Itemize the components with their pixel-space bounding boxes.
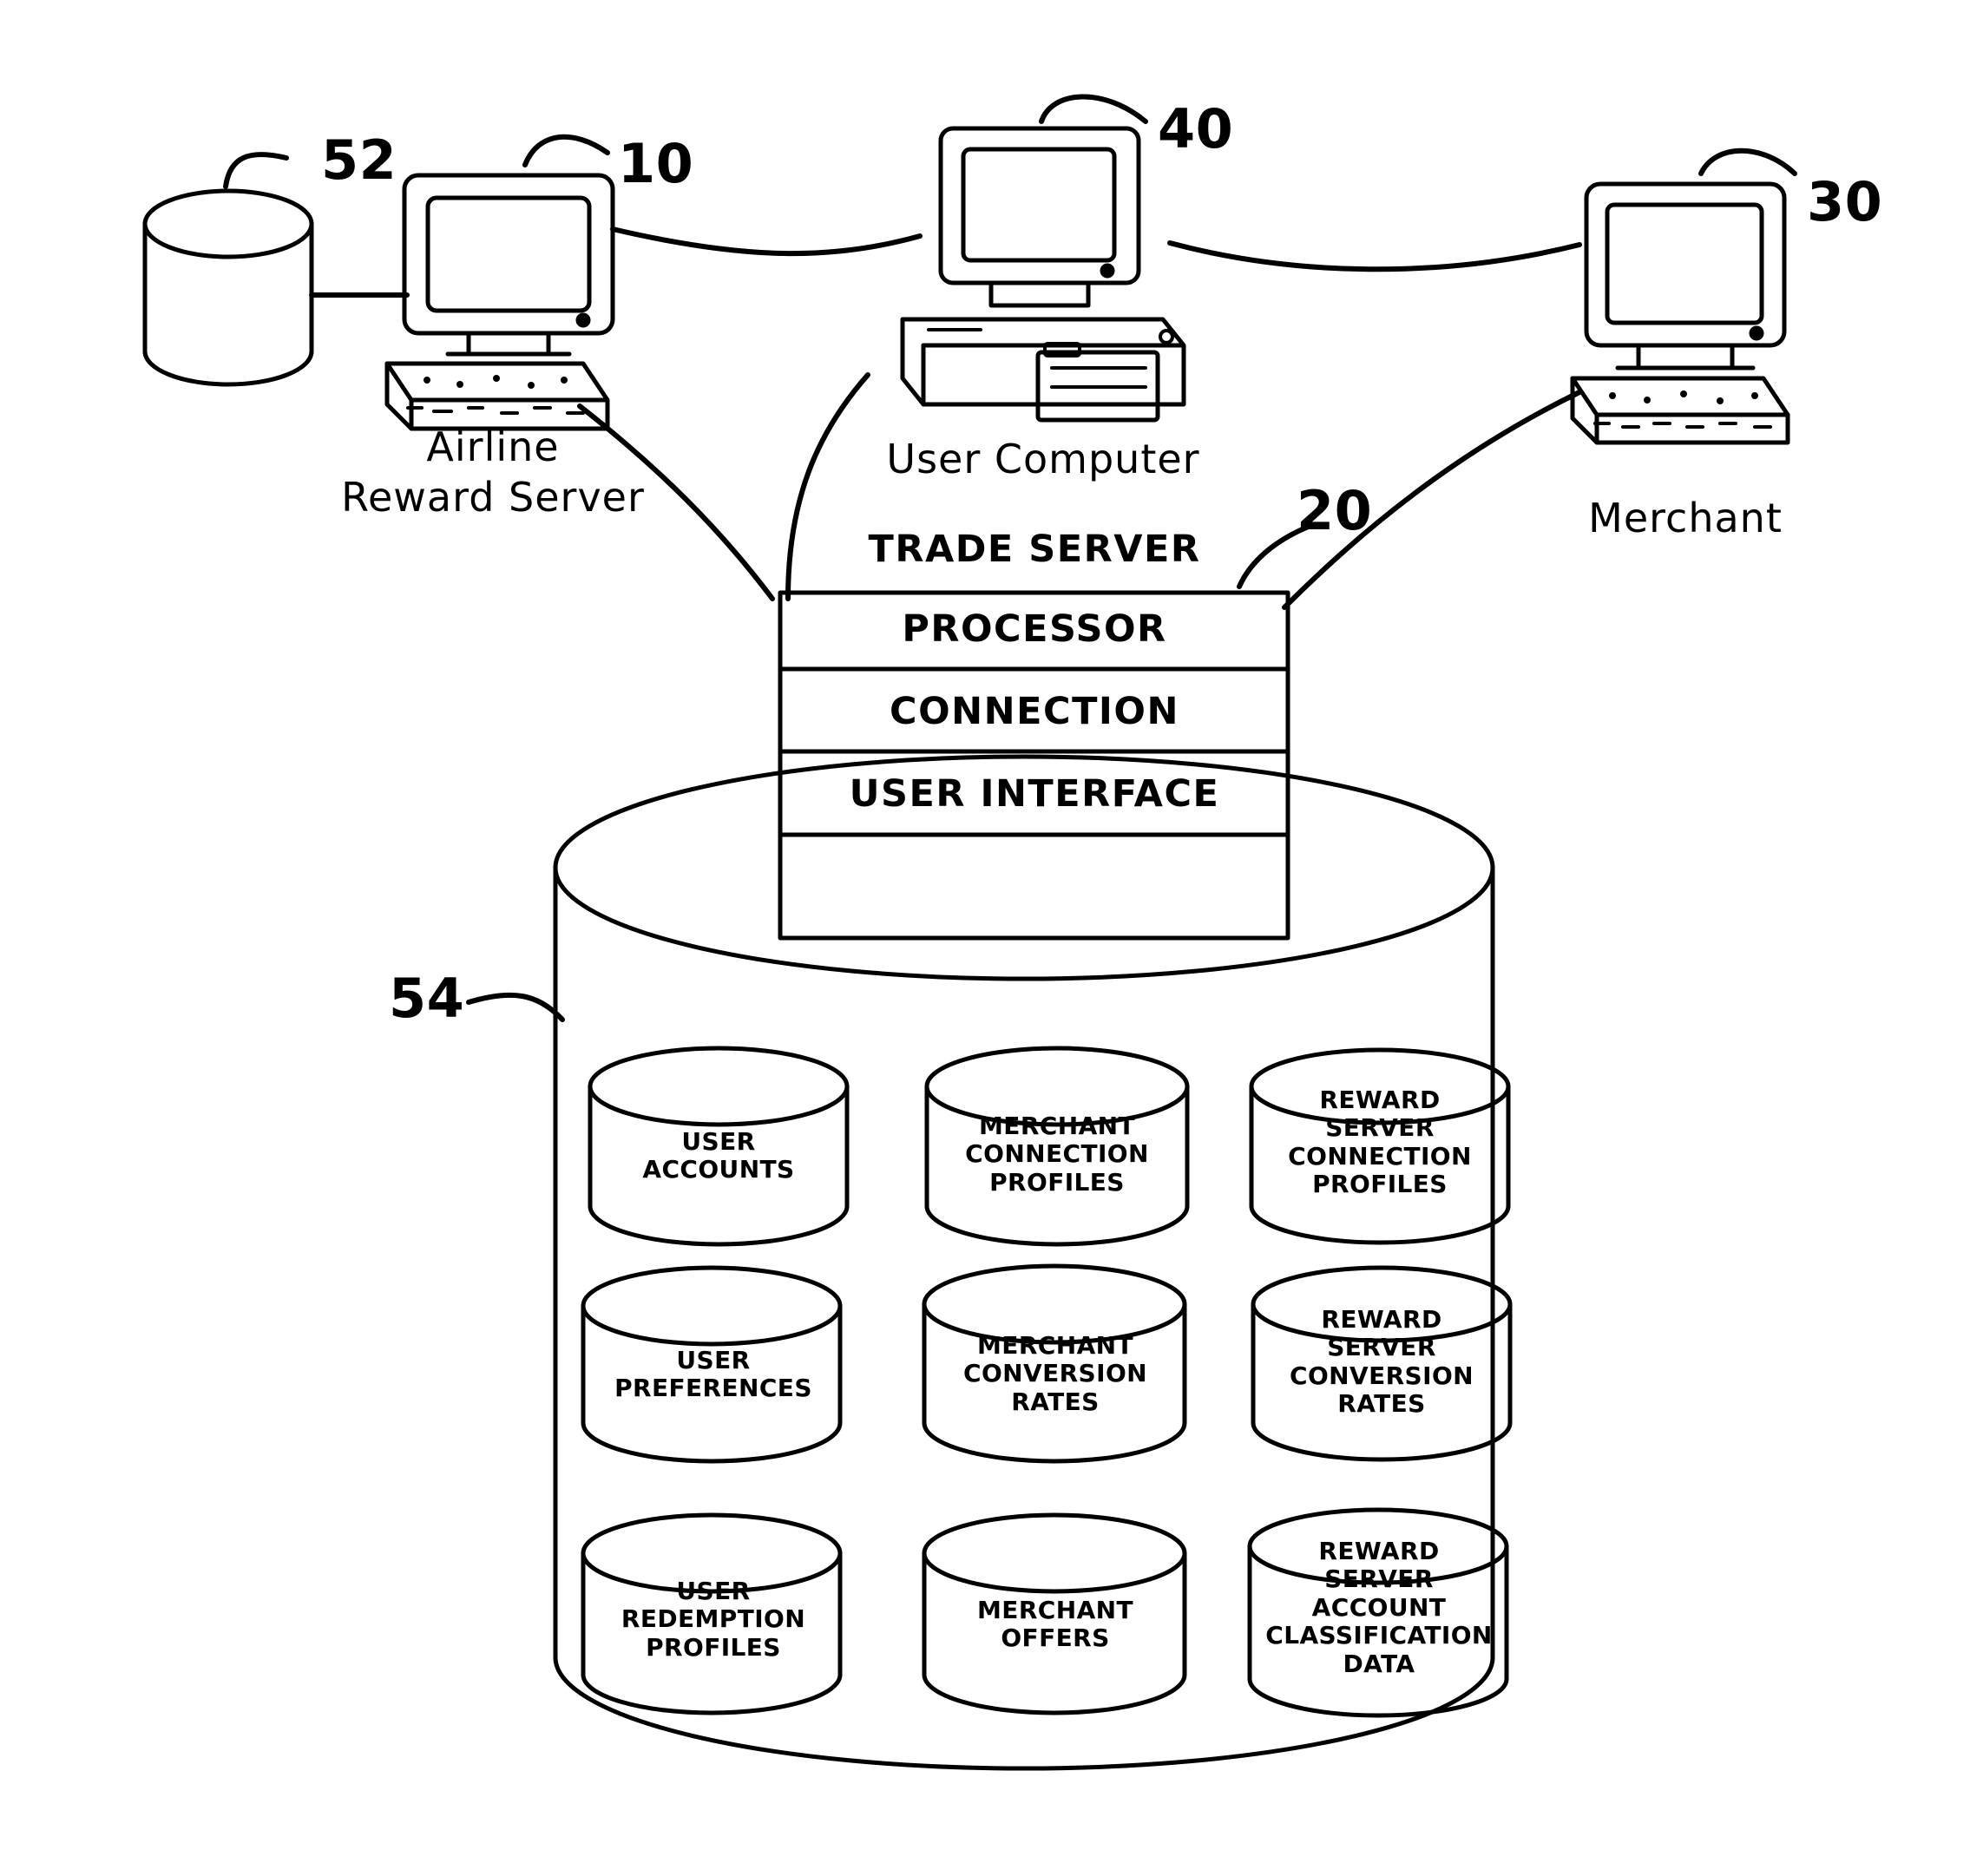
- store-label-merchant-connection-profiles: MERCHANT CONNECTION PROFILES: [934, 1112, 1180, 1197]
- store-line: PROFILES: [1312, 1170, 1448, 1199]
- figure-canvas: 52 10 40 30 20 54 Airline Reward Server …: [0, 0, 1970, 1876]
- store-line: PROFILES: [989, 1167, 1125, 1197]
- store-label-merchant-conversion-rates: MERCHANT CONVERSION RATES: [930, 1331, 1180, 1416]
- ref-20: 20: [1297, 479, 1373, 542]
- airline-reward-server-label-line1: Airline: [426, 423, 560, 470]
- user-computer-shape: [900, 126, 1186, 423]
- store-line: SERVER: [1325, 1113, 1435, 1143]
- store-line: USER: [676, 1577, 751, 1605]
- ref-52: 52: [321, 128, 397, 192]
- airline-database-shape: [142, 188, 314, 387]
- store-line: REDEMPTION: [621, 1604, 806, 1634]
- ref-40: 40: [1158, 97, 1234, 161]
- store-label-user-preferences: USER PREFERENCES: [590, 1346, 837, 1403]
- ref-10: 10: [618, 132, 694, 195]
- store-line: MERCHANT: [977, 1596, 1133, 1624]
- store-line: CONVERSION: [963, 1359, 1147, 1388]
- store-label-user-redemption-profiles: USER REDEMPTION PROFILES: [590, 1577, 837, 1662]
- user-computer-label: User Computer: [886, 436, 1200, 482]
- airline-reward-server-label-line2: Reward Server: [341, 474, 645, 521]
- store-label-reward-server-connection-profiles: REWARD SERVER CONNECTION PROFILES: [1257, 1086, 1503, 1199]
- store-line: CONVERSION: [1290, 1361, 1474, 1390]
- store-line: MERCHANT: [977, 1331, 1133, 1360]
- store-line: REWARD: [1319, 1086, 1441, 1114]
- ref-30: 30: [1807, 170, 1883, 233]
- store-line: CLASSIFICATION: [1265, 1621, 1493, 1650]
- store-line: SERVER: [1327, 1333, 1436, 1362]
- store-line: PREFERENCES: [614, 1374, 812, 1403]
- diagram-drawing: [142, 94, 1797, 1771]
- store-line: CONNECTION: [1288, 1141, 1472, 1171]
- merchant-label: Merchant: [1588, 495, 1783, 541]
- store-line: ACCOUNT: [1311, 1592, 1447, 1622]
- trade-server-title: TRADE SERVER: [868, 528, 1201, 571]
- store-line: RATES: [1337, 1389, 1426, 1419]
- store-label-merchant-offers: MERCHANT OFFERS: [930, 1596, 1180, 1653]
- store-line: USER: [681, 1127, 756, 1156]
- store-line: MERCHANT: [979, 1112, 1135, 1140]
- store-line: CONNECTION: [965, 1139, 1149, 1169]
- trade-server-row-processor: PROCESSOR: [902, 607, 1167, 651]
- store-line: OFFERS: [1001, 1623, 1110, 1653]
- trade-server-row-connection: CONNECTION: [890, 690, 1179, 733]
- store-line: REWARD: [1318, 1537, 1440, 1565]
- store-line: REWARD: [1321, 1305, 1442, 1334]
- airline-reward-server-shape: [384, 173, 615, 431]
- store-label-reward-server-account-classification-data: REWARD SERVER ACCOUNT CLASSIFICATION DAT…: [1244, 1537, 1514, 1678]
- store-line: PROFILES: [646, 1632, 781, 1662]
- store-line: DATA: [1343, 1649, 1415, 1678]
- store-label-user-accounts: USER ACCOUNTS: [597, 1127, 840, 1184]
- ref-54: 54: [389, 967, 465, 1030]
- merchant-shape: [1570, 181, 1790, 445]
- store-line: SERVER: [1324, 1564, 1434, 1594]
- store-line: USER: [676, 1346, 751, 1374]
- store-line: RATES: [1011, 1387, 1100, 1416]
- trade-server-row-user-interface: USER INTERFACE: [849, 772, 1220, 816]
- store-line: ACCOUNTS: [642, 1155, 795, 1184]
- store-label-reward-server-conversion-rates: REWARD SERVER CONVERSION RATES: [1258, 1305, 1505, 1419]
